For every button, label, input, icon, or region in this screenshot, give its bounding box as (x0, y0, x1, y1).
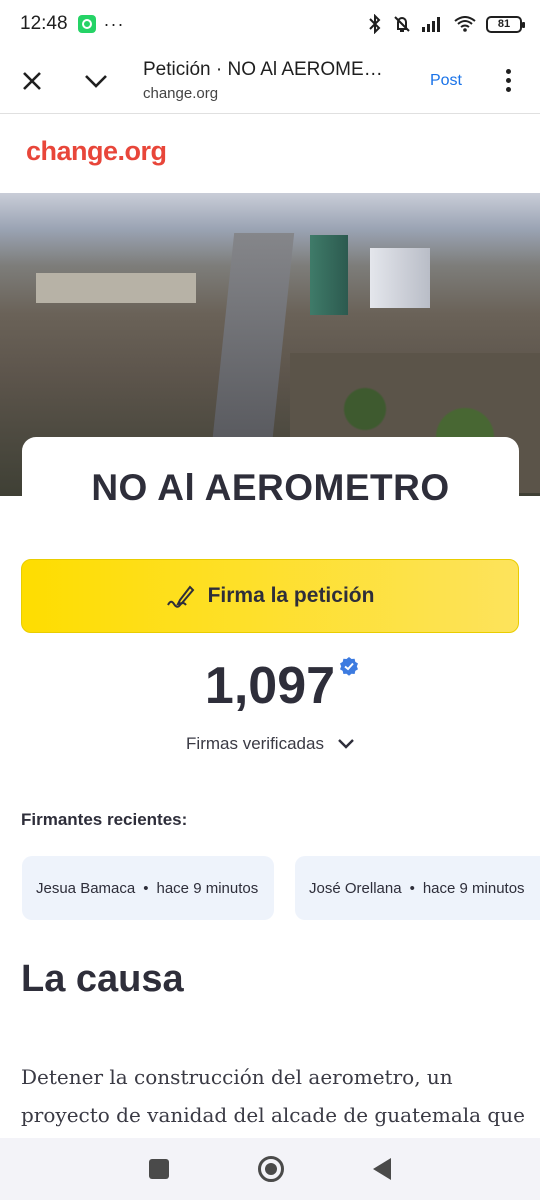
page-title: Petición · NO Al AEROMETRO (143, 59, 393, 80)
recent-signers-label: Firmantes recientes: (21, 810, 188, 829)
chevron-down-icon (85, 74, 107, 88)
cause-heading: La causa (21, 958, 184, 1000)
page-url: change.org (143, 85, 219, 102)
signer-time: hace 9 minutos (422, 879, 525, 897)
status-icons: 81 (368, 14, 525, 34)
battery-level: 81 (497, 18, 511, 30)
close-icon (23, 71, 41, 90)
petition-title: NO Al AEROMETRO (91, 467, 450, 508)
verified-badge-icon (340, 657, 359, 676)
post-button[interactable]: Post (430, 72, 462, 90)
signal-icon (422, 17, 440, 32)
sign-petition-label: Firma la petición (207, 584, 375, 607)
more-dots-icon: ··· (103, 13, 125, 34)
signature-pen-icon (166, 585, 194, 608)
change-org-logo[interactable]: change.org (26, 136, 167, 167)
wifi-icon (454, 16, 476, 32)
system-nav-bar (0, 1138, 540, 1200)
signature-count: 1,097 (204, 656, 359, 716)
verified-signatures-toggle[interactable]: Firmas verificadas (0, 734, 540, 754)
signer-name: Jesua Bamaca (36, 879, 136, 897)
recent-signer-card: Jesua Bamaca • hace 9 minutos (22, 856, 274, 920)
minimize-button[interactable] (64, 53, 128, 109)
custom-tab-toolbar: Petición · NO Al AEROMETRO change.org Po… (0, 48, 540, 114)
mute-icon (394, 16, 410, 32)
status-bar: 12:48 ··· 81 (0, 0, 540, 48)
petition-title-card: NO Al AEROMETRO (22, 437, 519, 517)
cause-text: Detener la construcción del aerometro, u… (21, 1065, 525, 1127)
overflow-menu-icon[interactable] (490, 69, 526, 92)
page-title-area[interactable]: Petición · NO Al AEROMETRO change.org (128, 59, 430, 102)
separator-dot: • (409, 879, 415, 897)
sign-petition-button[interactable]: Firma la petición (21, 559, 519, 633)
battery-icon: 81 (486, 15, 525, 33)
signature-count-value: 1,097 (204, 657, 336, 715)
signer-time: hace 9 minutos (156, 879, 259, 897)
status-time: 12:48 (20, 13, 68, 34)
chevron-down-icon (338, 739, 354, 749)
recent-signer-card: José Orellana • hace 9 minutos (295, 856, 540, 920)
signature-count-wrap: 1,097 (0, 656, 540, 716)
close-button[interactable] (0, 53, 64, 109)
verified-signatures-label: Firmas verificadas (186, 734, 324, 753)
whatsapp-icon (77, 15, 96, 33)
signer-name: José Orellana (309, 879, 402, 897)
recents-button[interactable] (149, 1159, 170, 1179)
home-button[interactable] (257, 1156, 284, 1182)
separator-dot: • (143, 879, 149, 897)
back-button[interactable] (372, 1158, 391, 1180)
bluetooth-icon (369, 14, 381, 34)
